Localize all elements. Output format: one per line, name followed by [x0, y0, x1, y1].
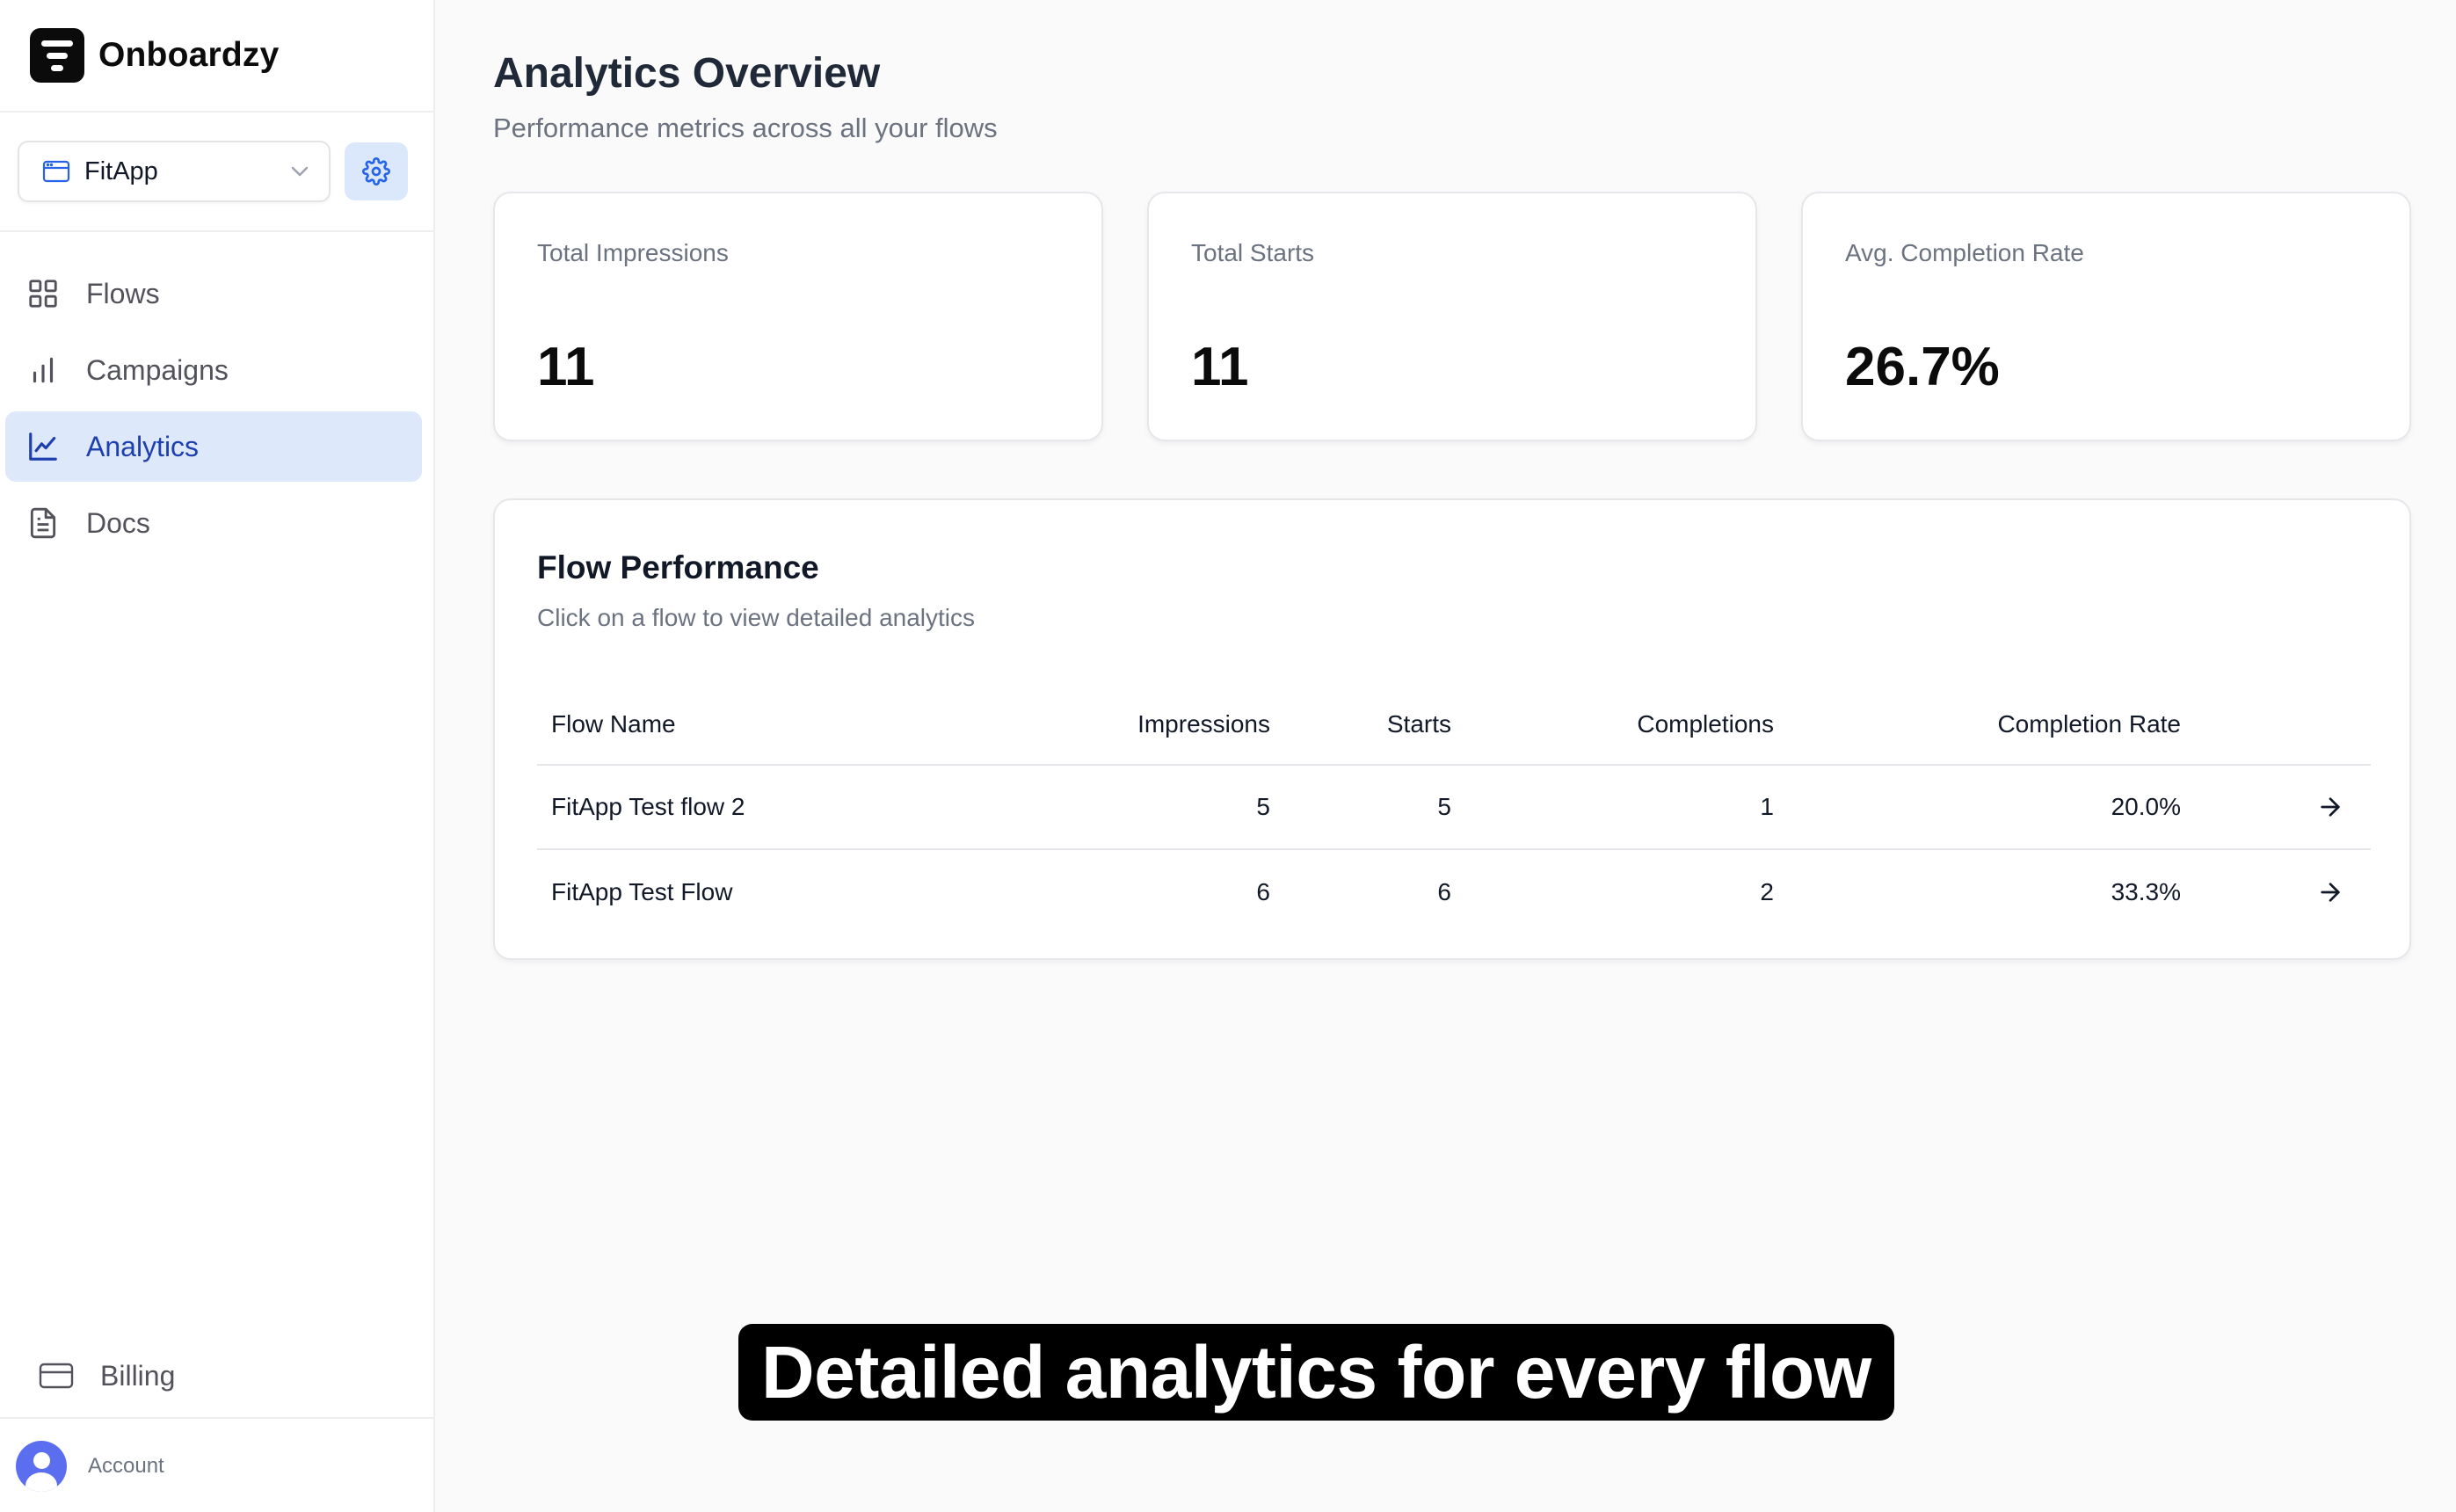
column-header-starts: Starts	[1386, 710, 1451, 738]
column-header-impressions: Impressions	[1137, 710, 1270, 738]
stat-value: 26.7%	[1845, 337, 2000, 397]
brand-name: Onboardzy	[98, 36, 280, 74]
stat-value: 11	[1191, 337, 1249, 397]
stat-label: Avg. Completion Rate	[1845, 239, 2084, 266]
caption-overlay: Detailed analytics for every flow	[738, 1324, 1894, 1421]
column-header-flow-name: Flow Name	[551, 710, 676, 738]
flow-performance-table: Flow Name Impressions Starts Completions…	[537, 685, 2371, 934]
main-nav: Flows Campaigns Analytics Docs	[0, 232, 433, 558]
sidebar-item-flows[interactable]: Flows	[5, 258, 422, 329]
chevron-down-icon	[291, 166, 309, 177]
panel-title: Flow Performance	[537, 549, 819, 585]
app-settings-button[interactable]	[345, 142, 408, 200]
arrow-right-icon[interactable]	[2316, 878, 2344, 906]
column-header-completion-rate: Completion Rate	[1997, 710, 2181, 738]
stat-card-total-impressions: Total Impressions 11	[493, 192, 1103, 441]
sidebar: Onboardzy FitApp Flows Campaigns Analyti…	[0, 0, 435, 1512]
table-header-row: Flow Name Impressions Starts Completions…	[537, 685, 2371, 766]
app-switcher-row: FitApp	[0, 113, 433, 232]
completions-cell: 1	[1760, 793, 1774, 820]
grid-icon	[29, 280, 57, 308]
stat-card-avg-completion-rate: Avg. Completion Rate 26.7%	[1801, 192, 2411, 441]
stat-card-total-starts: Total Starts 11	[1147, 192, 1757, 441]
sidebar-item-label: Docs	[86, 506, 150, 539]
starts-cell: 5	[1437, 793, 1451, 820]
arrow-right-icon[interactable]	[2316, 793, 2344, 821]
sidebar-item-label: Flows	[86, 277, 160, 309]
page-title: Analytics Overview	[493, 50, 881, 97]
stat-value: 11	[537, 337, 595, 397]
stat-cards: Total Impressions 11 Total Starts 11 Avg…	[493, 192, 2411, 441]
table-row[interactable]: FitApp Test Flow 6 6 2 33.3%	[537, 850, 2371, 934]
panel-subtitle: Click on a flow to view detailed analyti…	[537, 604, 976, 631]
page-subtitle: Performance metrics across all your flow…	[493, 113, 998, 143]
starts-cell: 6	[1437, 878, 1451, 905]
billing-label: Billing	[100, 1359, 176, 1392]
impressions-cell: 6	[1256, 878, 1270, 905]
onboardzy-logo-icon	[30, 28, 84, 83]
account-label: Account	[88, 1454, 164, 1478]
selected-app-label: FitApp	[84, 156, 158, 185]
sidebar-item-label: Campaigns	[86, 353, 229, 386]
stat-label: Total Impressions	[537, 239, 729, 266]
flow-name-cell: FitApp Test Flow	[551, 878, 733, 905]
bar-chart-icon	[33, 357, 54, 383]
sidebar-item-docs[interactable]: Docs	[5, 488, 422, 558]
browser-window-icon	[42, 160, 70, 183]
stat-label: Total Starts	[1191, 239, 1315, 266]
sidebar-item-billing[interactable]: Billing	[0, 1334, 433, 1419]
impressions-cell: 5	[1256, 793, 1270, 820]
brand-header: Onboardzy	[0, 0, 433, 113]
gear-icon	[362, 157, 390, 185]
flow-name-cell: FitApp Test flow 2	[551, 793, 745, 820]
avatar	[16, 1441, 67, 1492]
sidebar-item-label: Analytics	[86, 430, 200, 462]
completions-cell: 2	[1760, 878, 1774, 905]
app-select-dropdown[interactable]: FitApp	[18, 141, 331, 202]
document-icon	[30, 507, 56, 539]
column-header-completions: Completions	[1637, 710, 1774, 738]
credit-card-icon	[39, 1363, 74, 1389]
sidebar-item-campaigns[interactable]: Campaigns	[5, 335, 422, 405]
line-chart-icon	[29, 433, 57, 461]
completion-rate-cell: 20.0%	[2111, 793, 2181, 820]
account-menu[interactable]: Account	[0, 1421, 433, 1512]
flow-performance-panel: Flow Performance Click on a flow to view…	[493, 498, 2411, 960]
completion-rate-cell: 33.3%	[2111, 878, 2181, 905]
sidebar-item-analytics[interactable]: Analytics	[5, 411, 422, 482]
table-row[interactable]: FitApp Test flow 2 5 5 1 20.0%	[537, 766, 2371, 850]
